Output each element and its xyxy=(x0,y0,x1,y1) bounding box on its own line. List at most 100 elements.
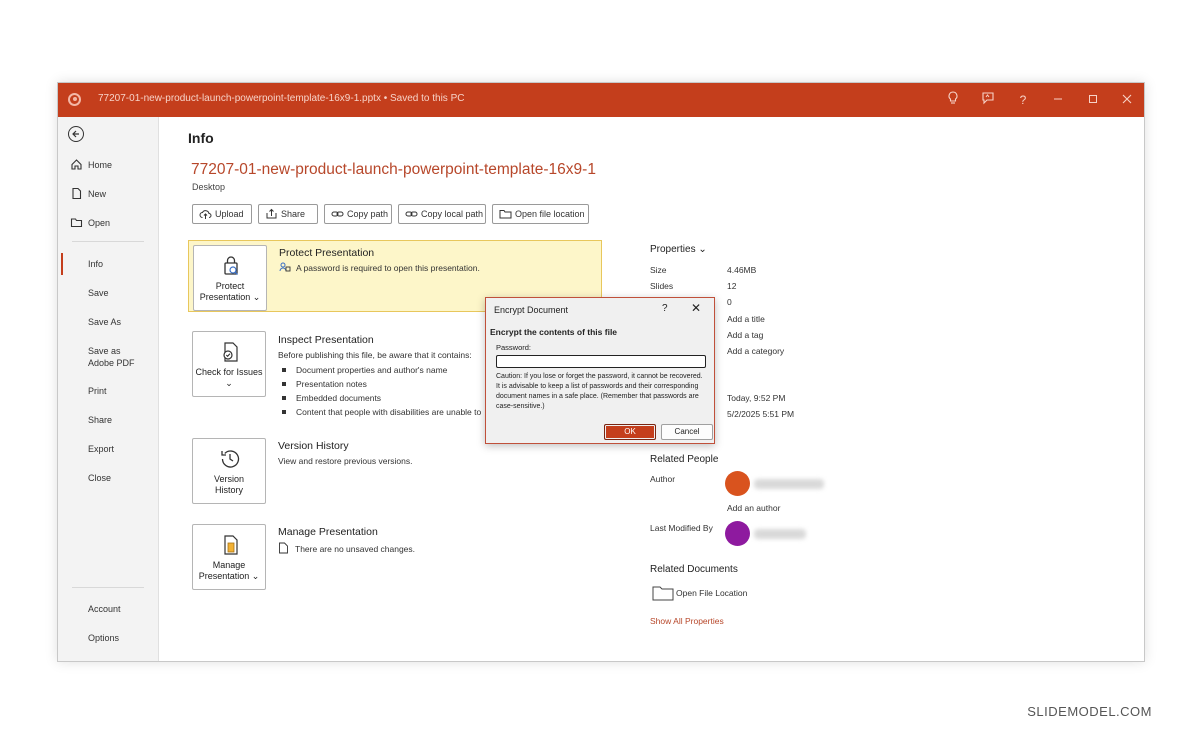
close-icon[interactable] xyxy=(1118,91,1136,109)
add-tag-field[interactable]: Add a tag xyxy=(727,330,763,340)
manage-document-icon xyxy=(224,535,238,555)
document-icon xyxy=(279,542,288,554)
powerpoint-logo-icon xyxy=(68,93,81,106)
caution-text: Caution: If you lose or forget the passw… xyxy=(496,373,703,410)
version-history-title: Version History xyxy=(278,440,349,452)
open-folder-icon xyxy=(70,218,83,228)
share-icon xyxy=(266,208,277,219)
sidebar-item-label: Print xyxy=(88,386,107,396)
sidebar-divider xyxy=(72,241,144,242)
sidebar-item-share[interactable]: Share xyxy=(58,414,158,426)
history-clock-icon xyxy=(221,450,240,468)
version-history-tile[interactable]: Version History xyxy=(192,438,266,504)
manage-presentation-tile[interactable]: Manage Presentation ⌄ xyxy=(192,524,266,590)
open-file-location-button[interactable]: Open file location xyxy=(492,204,589,224)
property-value: 5/2/2025 5:51 PM xyxy=(727,409,795,419)
help-icon[interactable]: ? xyxy=(1014,91,1032,109)
minimize-icon[interactable] xyxy=(1049,91,1067,109)
check-issues-icon xyxy=(223,342,238,362)
dialog-close-icon[interactable]: ✕ xyxy=(691,301,701,315)
copy-local-path-button[interactable]: Copy local path xyxy=(398,204,486,224)
password-input[interactable] xyxy=(496,355,706,368)
sidebar-item-label: Export xyxy=(88,444,115,454)
dialog-help-icon[interactable]: ? xyxy=(662,303,668,314)
copy-path-label: Copy path xyxy=(347,209,389,219)
watermark: SLIDEMODEL.COM xyxy=(1027,704,1152,719)
sidebar-item-open[interactable]: Open xyxy=(58,217,158,229)
sidebar-item-info[interactable]: Info xyxy=(58,253,158,275)
sidebar-item-print[interactable]: Print xyxy=(58,385,158,397)
related-documents-heading: Related Documents xyxy=(650,564,738,575)
add-category-field[interactable]: Add a category xyxy=(727,346,784,356)
manage-presentation-section: Manage Presentation ⌄ Manage Presentatio… xyxy=(188,520,602,598)
sidebar-item-label: Home xyxy=(88,160,113,170)
title-bar: 77207-01-new-product-launch-powerpoint-t… xyxy=(58,83,1144,117)
home-icon xyxy=(71,159,82,170)
copy-local-path-label: Copy local path xyxy=(421,209,484,219)
manage-presentation-desc: There are no unsaved changes. xyxy=(278,542,415,554)
manage-presentation-title: Manage Presentation xyxy=(278,526,378,538)
dialog-title: Encrypt Document xyxy=(494,305,569,315)
maximize-icon[interactable] xyxy=(1084,91,1102,109)
sidebar-item-save[interactable]: Save xyxy=(58,287,158,299)
add-title-field[interactable]: Add a title xyxy=(727,314,765,324)
sidebar-item-save-as-adobe-pdf[interactable]: Save as Adobe PDF xyxy=(58,345,148,369)
inspect-presentation-desc: Before publishing this file, be aware th… xyxy=(278,350,472,360)
page-title: Info xyxy=(188,130,214,146)
sidebar-item-account[interactable]: Account xyxy=(58,603,158,615)
related-people-heading: Related People xyxy=(650,454,719,465)
inspect-bullet-list: Document properties and author's name Pr… xyxy=(278,364,481,420)
upload-button[interactable]: Upload xyxy=(192,204,252,224)
lightbulb-icon[interactable] xyxy=(944,91,962,109)
modifier-avatar[interactable] xyxy=(725,521,750,546)
share-button[interactable]: Share xyxy=(258,204,318,224)
sidebar-item-label: Save xyxy=(88,288,109,298)
last-modified-label: Last Modified By xyxy=(650,523,713,533)
copy-path-button[interactable]: Copy path xyxy=(324,204,392,224)
sidebar-item-export[interactable]: Export xyxy=(58,443,158,455)
feedback-icon[interactable] xyxy=(979,91,997,109)
property-value: 4.46MB xyxy=(727,265,757,275)
protect-presentation-tile[interactable]: Protect Presentation ⌄ xyxy=(193,245,267,311)
cancel-button[interactable]: Cancel xyxy=(661,424,713,440)
sidebar-item-label: Account xyxy=(88,604,121,614)
add-author-field[interactable]: Add an author xyxy=(727,503,780,513)
password-label: Password: xyxy=(496,343,532,352)
check-for-issues-tile[interactable]: Check for Issues ⌄ xyxy=(192,331,266,397)
protect-presentation-tile-label: Protect Presentation ⌄ xyxy=(199,281,261,302)
properties-heading[interactable]: Properties ⌄ xyxy=(650,244,707,255)
property-label: Slides xyxy=(650,281,674,291)
modifier-name-redacted xyxy=(754,529,806,539)
encrypt-document-dialog: Encrypt Document ? ✕ Encrypt the content… xyxy=(485,297,715,444)
sidebar-item-new[interactable]: New xyxy=(58,187,158,200)
property-value: 0 xyxy=(727,297,732,307)
sidebar-item-label: Save As xyxy=(88,317,122,327)
cloud-upload-icon xyxy=(199,210,212,219)
folder-icon xyxy=(499,210,512,219)
file-location: Desktop xyxy=(192,182,226,192)
back-arrow-icon[interactable] xyxy=(68,126,84,142)
sidebar-item-save-as[interactable]: Save As xyxy=(58,316,158,328)
sidebar-item-label: Save as Adobe PDF xyxy=(88,346,135,368)
check-for-issues-tile-label: Check for Issues ⌄ xyxy=(195,367,263,388)
open-file-location-label: Open file location xyxy=(515,209,585,219)
show-all-properties-link[interactable]: Show All Properties xyxy=(650,616,724,626)
open-file-location-link[interactable]: Open File Location xyxy=(650,586,747,601)
author-name-redacted xyxy=(754,479,824,489)
upload-label: Upload xyxy=(215,209,244,219)
manage-presentation-tile-label: Manage Presentation ⌄ xyxy=(198,560,260,581)
inspect-presentation-title: Inspect Presentation xyxy=(278,334,374,346)
property-label: Size xyxy=(650,265,667,275)
sidebar-item-options[interactable]: Options xyxy=(58,632,158,644)
sidebar-item-home[interactable]: Home xyxy=(58,159,158,171)
backstage-sidebar: Home New Open Info Save Save As Save as … xyxy=(58,117,159,661)
list-item: Document properties and author's name xyxy=(278,364,481,378)
sidebar-divider xyxy=(72,587,144,588)
sidebar-item-close[interactable]: Close xyxy=(58,472,158,484)
lock-user-icon xyxy=(279,262,291,272)
sidebar-item-label: Info xyxy=(88,259,104,269)
ok-button[interactable]: OK xyxy=(604,424,656,440)
document-title: 77207-01-new-product-launch-powerpoint-t… xyxy=(98,93,465,104)
author-avatar[interactable] xyxy=(725,471,750,496)
sidebar-item-label: Options xyxy=(88,633,120,643)
